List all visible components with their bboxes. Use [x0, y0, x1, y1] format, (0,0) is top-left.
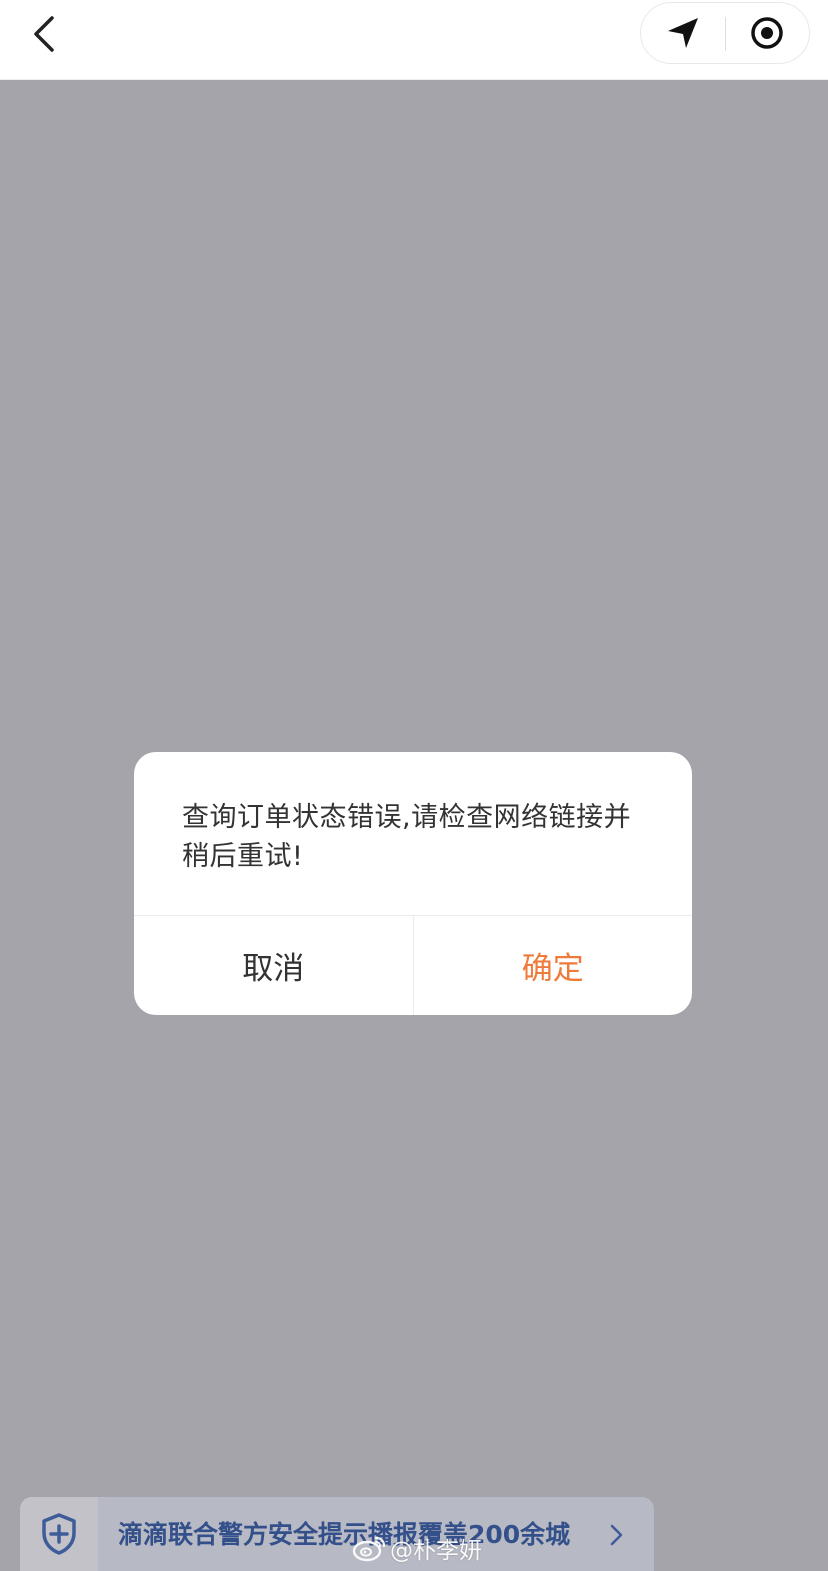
back-button[interactable] [20, 10, 68, 58]
watermark-text: @朴李妍 [390, 1538, 482, 1564]
weibo-logo-icon [352, 1536, 386, 1562]
dialog-message: 查询订单状态错误,请检查网络链接并 稍后重试! [182, 798, 652, 876]
dialog-message-line-1: 查询订单状态错误,请检查网络链接并 [182, 802, 632, 833]
shield-plus-icon [42, 1513, 76, 1555]
safety-notice-banner[interactable]: 滴滴联合警方安全提示播报覆盖200余城 [20, 1497, 654, 1571]
cancel-button[interactable]: 取消 [134, 916, 414, 1015]
banner-icon-container [20, 1497, 98, 1571]
banner-arrow [604, 1523, 628, 1547]
target-circle-icon [751, 17, 783, 49]
confirm-button[interactable]: 确定 [414, 916, 693, 1015]
banner-text: 滴滴联合警方安全提示播报覆盖200余城 [118, 1520, 571, 1549]
navigation-arrow-icon [668, 18, 698, 48]
weibo-watermark: @朴李妍 [352, 1532, 482, 1564]
error-dialog: 查询订单状态错误,请检查网络链接并 稍后重试! 取消 确定 [134, 752, 692, 1015]
chevron-right-icon [610, 1524, 623, 1546]
chevron-left-icon [34, 16, 54, 52]
mini-program-capsule [640, 2, 810, 64]
close-mini-program-button[interactable] [725, 3, 809, 63]
dialog-actions: 取消 确定 [134, 915, 692, 1015]
location-button[interactable] [641, 3, 725, 63]
dialog-message-line-2: 稍后重试! [182, 841, 304, 872]
top-navigation-bar [0, 0, 828, 80]
